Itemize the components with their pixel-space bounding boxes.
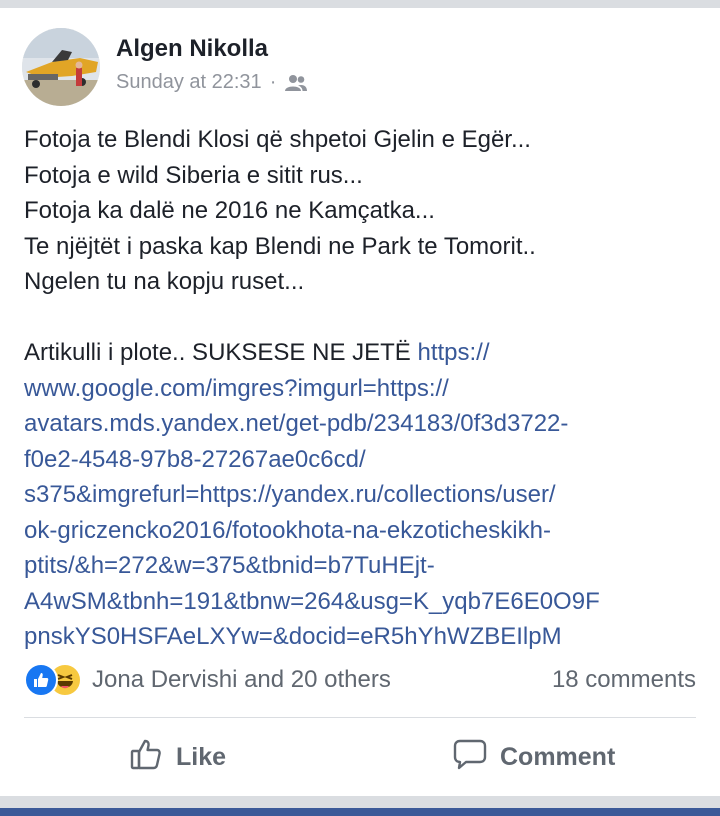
like-button[interactable]: Like [128, 734, 226, 780]
top-separator [0, 0, 720, 8]
like-label: Like [176, 742, 227, 771]
like-icon [24, 663, 58, 697]
article-prefix: Artikulli i plote.. SUKSESE NE JETË [24, 339, 418, 366]
author-name[interactable]: Algen Nikolla [116, 35, 268, 63]
post-text: Fotoja te Blendi Klosi që shpetoi Gjelin… [24, 122, 704, 655]
avatar[interactable] [22, 28, 100, 106]
article-link[interactable]: https:// www.google.com/imgres?imgurl=ht… [24, 339, 600, 650]
post-line: Ngelen tu na kopju ruset... [24, 268, 305, 295]
post-timestamp[interactable]: Sunday at 22:31 [116, 71, 262, 94]
next-post-edge [0, 808, 720, 816]
comments-count[interactable]: 18 comments [552, 666, 696, 694]
reaction-names[interactable]: Jona Dervishi and 20 others [92, 666, 391, 694]
thumbs-up-icon [128, 736, 164, 779]
comment-label: Comment [500, 742, 616, 771]
post-meta: Sunday at 22:31 · [116, 71, 308, 94]
reactions-summary[interactable]: Jona Dervishi and 20 others [24, 662, 391, 698]
bottom-separator [0, 796, 720, 808]
friends-icon[interactable] [284, 73, 308, 93]
divider [24, 717, 696, 718]
comment-icon [452, 736, 488, 779]
avatar-photo [22, 28, 100, 106]
post-line: Te njëjtët i paska kap Blendi ne Park te… [24, 232, 536, 260]
post-line: Fotoja e wild Siberia e sitit rus... [24, 161, 363, 189]
comment-button[interactable]: Comment [452, 734, 615, 780]
meta-separator: · [269, 71, 277, 93]
post-line: Fotoja ka dalë ne 2016 ne Kamçatka... [24, 197, 435, 224]
post-line: Fotoja te Blendi Klosi që shpetoi Gjelin… [24, 126, 531, 153]
